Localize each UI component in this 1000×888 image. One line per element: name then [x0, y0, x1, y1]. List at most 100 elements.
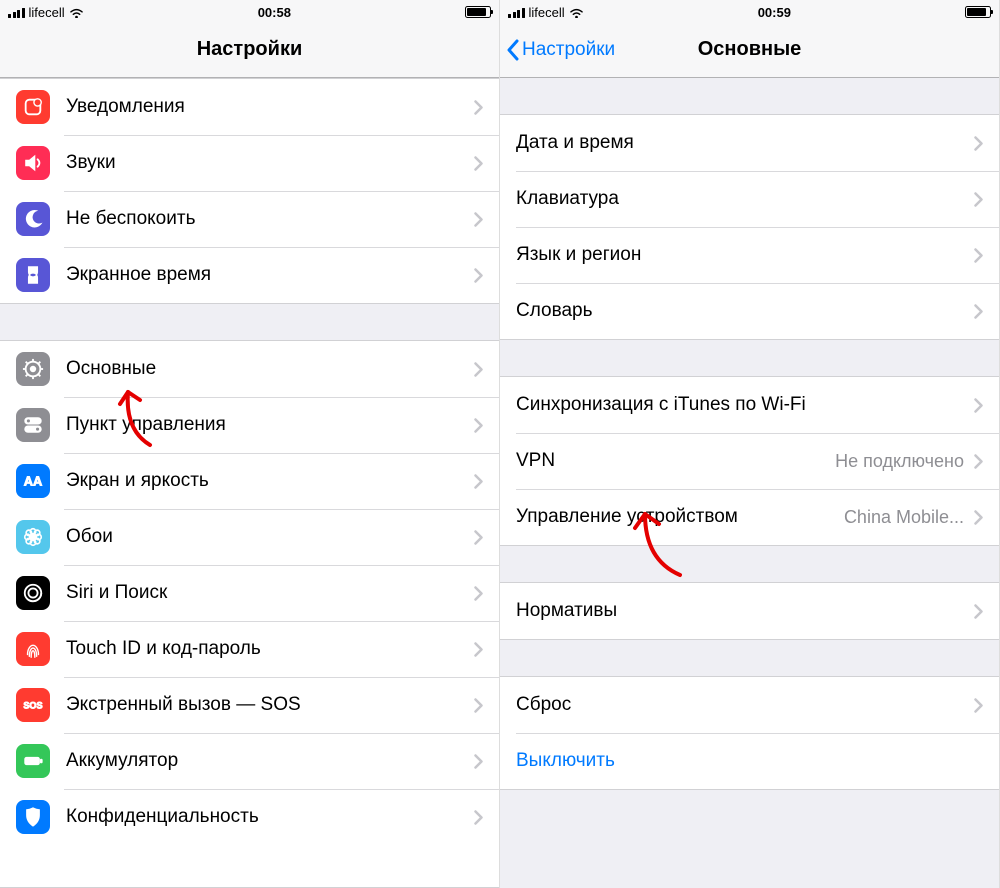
privacy-icon — [16, 800, 50, 834]
signal-bars-icon — [8, 7, 25, 18]
row-label: Звуки — [66, 152, 464, 174]
signal-bars-icon — [508, 7, 525, 18]
nav-bar: Настройки Основные — [500, 22, 999, 78]
row-label: Конфиденциальность — [66, 806, 464, 828]
settings-row-sos[interactable]: SOS Экстренный вызов — SOS — [0, 677, 499, 733]
general-row[interactable]: Управление устройством China Mobile... — [500, 489, 999, 545]
chevron-right-icon — [474, 530, 483, 545]
general-row[interactable]: Клавиатура — [500, 171, 999, 227]
group-separator — [500, 640, 999, 676]
group-separator — [500, 546, 999, 582]
settings-row-notifications[interactable]: Уведомления — [0, 79, 499, 135]
chevron-right-icon — [974, 136, 983, 151]
row-label: Основные — [66, 358, 464, 380]
row-label: Siri и Поиск — [66, 582, 464, 604]
chevron-right-icon — [974, 510, 983, 525]
general-row[interactable]: Словарь — [500, 283, 999, 339]
screen-general: lifecell 00:59 Настройки Основные Дата и… — [500, 0, 1000, 888]
row-label: Управление устройством — [516, 506, 836, 528]
status-bar: lifecell 00:58 — [0, 0, 499, 22]
row-label: Пункт управления — [66, 414, 464, 436]
settings-row-dnd[interactable]: Не беспокоить — [0, 191, 499, 247]
general-row[interactable]: VPNНе подключено — [500, 433, 999, 489]
chevron-right-icon — [474, 418, 483, 433]
battery-icon — [965, 6, 991, 18]
general-group-1: Дата и времяКлавиатура Язык и регион Слова… — [500, 114, 999, 340]
row-label: Выключить — [516, 750, 983, 772]
wifi-icon — [69, 7, 84, 18]
notifications-icon — [16, 90, 50, 124]
svg-text:SOS: SOS — [23, 701, 42, 711]
status-left: lifecell — [508, 5, 584, 20]
settings-row-screentime[interactable]: Экранное время — [0, 247, 499, 303]
row-label: Сброс — [516, 694, 964, 716]
general-group-4: Сброс Выключить — [500, 676, 999, 790]
row-detail: China Mobile... — [844, 507, 964, 528]
general-group-3: Нормативы — [500, 582, 999, 640]
battery-icon — [16, 744, 50, 778]
siri-icon — [16, 576, 50, 610]
row-label: Экстренный вызов — SOS — [66, 694, 464, 716]
row-label: Экран и яркость — [66, 470, 464, 492]
controlcenter-icon — [16, 408, 50, 442]
settings-row-battery[interactable]: Аккумулятор — [0, 733, 499, 789]
chevron-right-icon — [474, 474, 483, 489]
general-icon — [16, 352, 50, 386]
page-title: Основные — [698, 38, 802, 61]
row-label: Уведомления — [66, 96, 464, 118]
settings-row-siri[interactable]: Siri и Поиск — [0, 565, 499, 621]
row-label: Touch ID и код-пароль — [66, 638, 464, 660]
chevron-right-icon — [974, 304, 983, 319]
touchid-icon — [16, 632, 50, 666]
chevron-right-icon — [474, 362, 483, 377]
chevron-right-icon — [974, 248, 983, 263]
sos-icon: SOS — [16, 688, 50, 722]
general-row[interactable]: Язык и регион — [500, 227, 999, 283]
row-label: Язык и регион — [516, 244, 964, 266]
settings-group-notifications: Уведомления Звуки Не беспокоить Экранное вр… — [0, 78, 499, 304]
chevron-right-icon — [974, 454, 983, 469]
general-row[interactable]: Дата и время — [500, 115, 999, 171]
status-time: 00:58 — [258, 5, 291, 20]
settings-row-controlcenter[interactable]: Пункт управления — [0, 397, 499, 453]
svg-text:AA: AA — [24, 474, 43, 489]
chevron-right-icon — [474, 100, 483, 115]
chevron-right-icon — [474, 212, 483, 227]
chevron-right-icon — [474, 642, 483, 657]
general-group-2: Синхронизация с iTunes по Wi-Fi VPNНе под… — [500, 376, 999, 546]
settings-row-privacy[interactable]: Конфиденциальность — [0, 789, 499, 845]
back-button[interactable]: Настройки — [506, 22, 615, 77]
general-row[interactable]: Сброс — [500, 677, 999, 733]
row-label: Аккумулятор — [66, 750, 464, 772]
settings-row-sounds[interactable]: Звуки — [0, 135, 499, 191]
status-left: lifecell — [8, 5, 84, 20]
screen-settings: lifecell 00:58 Настройки Уведомления Звук… — [0, 0, 500, 888]
carrier-label: lifecell — [29, 5, 65, 20]
general-row[interactable]: Синхронизация с iTunes по Wi-Fi — [500, 377, 999, 433]
chevron-right-icon — [474, 754, 483, 769]
settings-row-wallpaper[interactable]: Обои — [0, 509, 499, 565]
row-label: Нормативы — [516, 600, 964, 622]
page-title: Настройки — [197, 38, 303, 61]
nav-bar: Настройки — [0, 22, 499, 78]
settings-row-display[interactable]: AA Экран и яркость — [0, 453, 499, 509]
wifi-icon — [569, 7, 584, 18]
settings-row-general[interactable]: Основные — [0, 341, 499, 397]
status-right — [965, 6, 991, 18]
row-label: Обои — [66, 526, 464, 548]
dnd-icon — [16, 202, 50, 236]
general-row[interactable]: Выключить — [500, 733, 999, 789]
row-label: Словарь — [516, 300, 964, 322]
general-row[interactable]: Нормативы — [500, 583, 999, 639]
row-label: Не беспокоить — [66, 208, 464, 230]
status-right — [465, 6, 491, 18]
chevron-right-icon — [474, 268, 483, 283]
chevron-left-icon — [506, 39, 520, 61]
wallpaper-icon — [16, 520, 50, 554]
display-icon: AA — [16, 464, 50, 498]
row-label: Синхронизация с iTunes по Wi-Fi — [516, 394, 964, 416]
group-separator — [500, 340, 999, 376]
chevron-right-icon — [974, 604, 983, 619]
settings-group-general: Основные Пункт управления AA Экран и яркост… — [0, 340, 499, 888]
settings-row-touchid[interactable]: Touch ID и код-пароль — [0, 621, 499, 677]
